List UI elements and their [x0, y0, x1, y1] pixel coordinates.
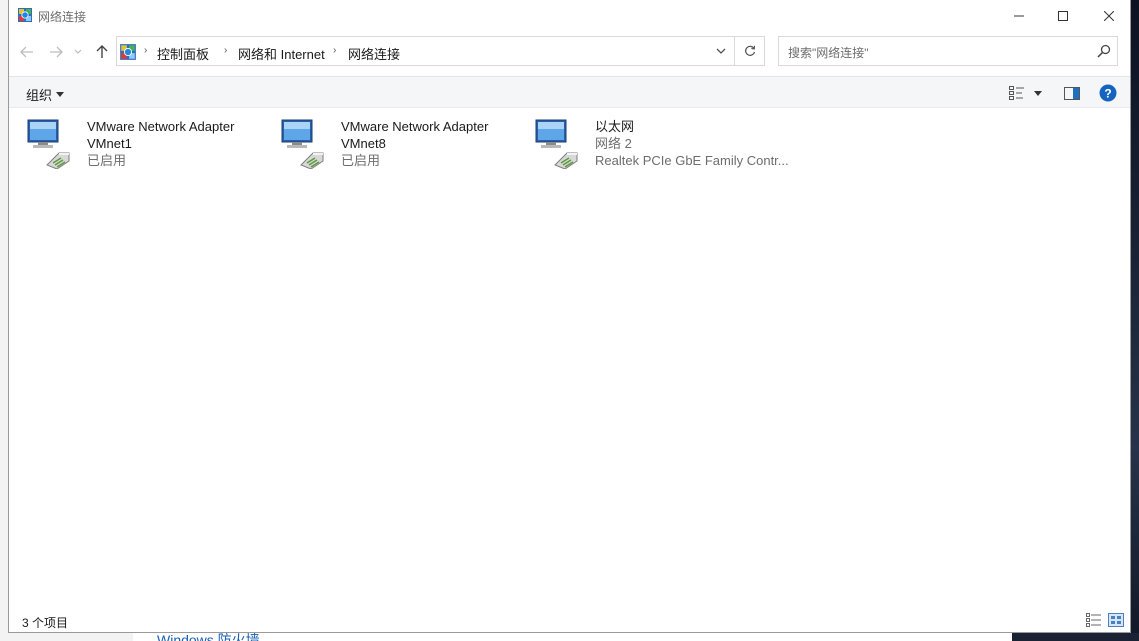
item-network: 网络 2 [595, 136, 632, 151]
refresh-button[interactable] [734, 37, 764, 65]
item-network: VMnet8 [341, 136, 386, 151]
chevron-down-icon [74, 49, 82, 54]
network-adapter-icon [535, 119, 578, 169]
background-window-edge [0, 633, 133, 641]
organize-label: 组织 [26, 88, 53, 103]
item-status: 已启用 [87, 153, 127, 168]
large-icons-view-icon[interactable] [1108, 613, 1124, 627]
control-panel-icon [120, 44, 136, 60]
caret-down-icon [56, 92, 65, 97]
item-status: Realtek PCIe GbE Family Contr... [595, 153, 789, 168]
recent-locations-button[interactable] [71, 41, 85, 63]
preview-pane-button[interactable] [1062, 83, 1082, 103]
list-item-vmnet8[interactable]: VMware Network Adapter VMnet8 已启用 [279, 117, 529, 173]
desktop-background-left [0, 0, 8, 641]
view-details-icon [1009, 86, 1024, 100]
list-item-vmnet1[interactable]: VMware Network Adapter VMnet1 已启用 [25, 117, 275, 173]
connections-list: VMware Network Adapter VMnet1 已启用 VMware… [9, 109, 1130, 609]
organize-menu-button[interactable]: 组织 [26, 85, 65, 104]
svg-text:?: ? [1104, 87, 1111, 101]
up-button[interactable] [91, 41, 113, 63]
maximize-button[interactable] [1040, 0, 1086, 31]
caret-down-icon [1034, 90, 1042, 96]
details-view-icon[interactable] [1086, 613, 1102, 627]
address-bar[interactable]: › 控制面板 › 网络和 Internet › 网络连接 [116, 36, 765, 66]
status-bar: 3 个项目 [9, 609, 1130, 632]
command-bar: 组织 ? [9, 76, 1130, 108]
network-adapter-icon [281, 119, 324, 169]
arrow-up-icon [96, 45, 108, 58]
background-firewall-link[interactable]: Windows 防火墙 [157, 633, 260, 641]
search-icon[interactable] [1097, 44, 1111, 58]
help-icon: ? [1099, 84, 1117, 102]
list-item-ethernet[interactable]: 以太网 网络 2 Realtek PCIe GbE Family Contr..… [533, 117, 789, 173]
item-name: VMware Network Adapter [341, 119, 489, 134]
window-title: 网络连接 [38, 10, 87, 24]
back-button[interactable] [16, 41, 38, 63]
item-network: VMnet1 [87, 136, 132, 151]
minimize-icon [1014, 15, 1024, 16]
item-count: 3 个项目 [22, 616, 69, 630]
item-name: VMware Network Adapter [87, 119, 235, 134]
item-name: 以太网 [595, 119, 635, 134]
breadcrumb-separator-icon[interactable]: › [224, 45, 227, 56]
breadcrumb-separator-icon[interactable]: › [144, 45, 147, 56]
navigation-bar: › 控制面板 › 网络和 Internet › 网络连接 搜索"网络连接" [9, 31, 1130, 75]
item-text: VMware Network Adapter VMnet1 已启用 [87, 118, 234, 169]
address-history-dropdown[interactable] [709, 37, 733, 65]
desktop-background-corner [1012, 633, 1139, 641]
help-button[interactable]: ? [1098, 83, 1118, 103]
preview-pane-icon [1064, 86, 1080, 100]
network-connections-app-icon [18, 8, 32, 22]
breadcrumb-network-connections[interactable]: 网络连接 [348, 44, 400, 63]
chevron-down-icon [716, 48, 726, 54]
close-icon [1104, 10, 1114, 21]
search-placeholder: 搜索"网络连接" [788, 46, 869, 60]
forward-button[interactable] [45, 41, 67, 63]
change-view-button[interactable] [1007, 83, 1027, 103]
arrow-right-icon [50, 46, 63, 58]
view-options-dropdown[interactable] [1031, 83, 1045, 103]
network-adapter-icon [27, 119, 70, 169]
breadcrumb-control-panel[interactable]: 控制面板 [157, 44, 209, 63]
arrow-left-icon [20, 46, 33, 58]
title-bar[interactable]: 网络连接 [9, 0, 1130, 31]
desktop-background-right [1131, 0, 1139, 641]
breadcrumb-separator-icon[interactable]: › [333, 45, 336, 56]
item-status: 已启用 [341, 153, 381, 168]
network-connections-window: 网络连接 › 控制面板 › 网络和 Internet › 网络连接 搜索"网络连… [8, 0, 1131, 633]
search-input[interactable]: 搜索"网络连接" [778, 36, 1118, 66]
maximize-icon [1058, 10, 1068, 21]
breadcrumb-network-internet[interactable]: 网络和 Internet [238, 44, 325, 63]
item-text: 以太网 网络 2 Realtek PCIe GbE Family Contr..… [595, 118, 789, 169]
minimize-button[interactable] [996, 0, 1042, 31]
refresh-icon [744, 45, 755, 56]
close-button[interactable] [1086, 0, 1132, 31]
item-text: VMware Network Adapter VMnet8 已启用 [341, 118, 488, 169]
